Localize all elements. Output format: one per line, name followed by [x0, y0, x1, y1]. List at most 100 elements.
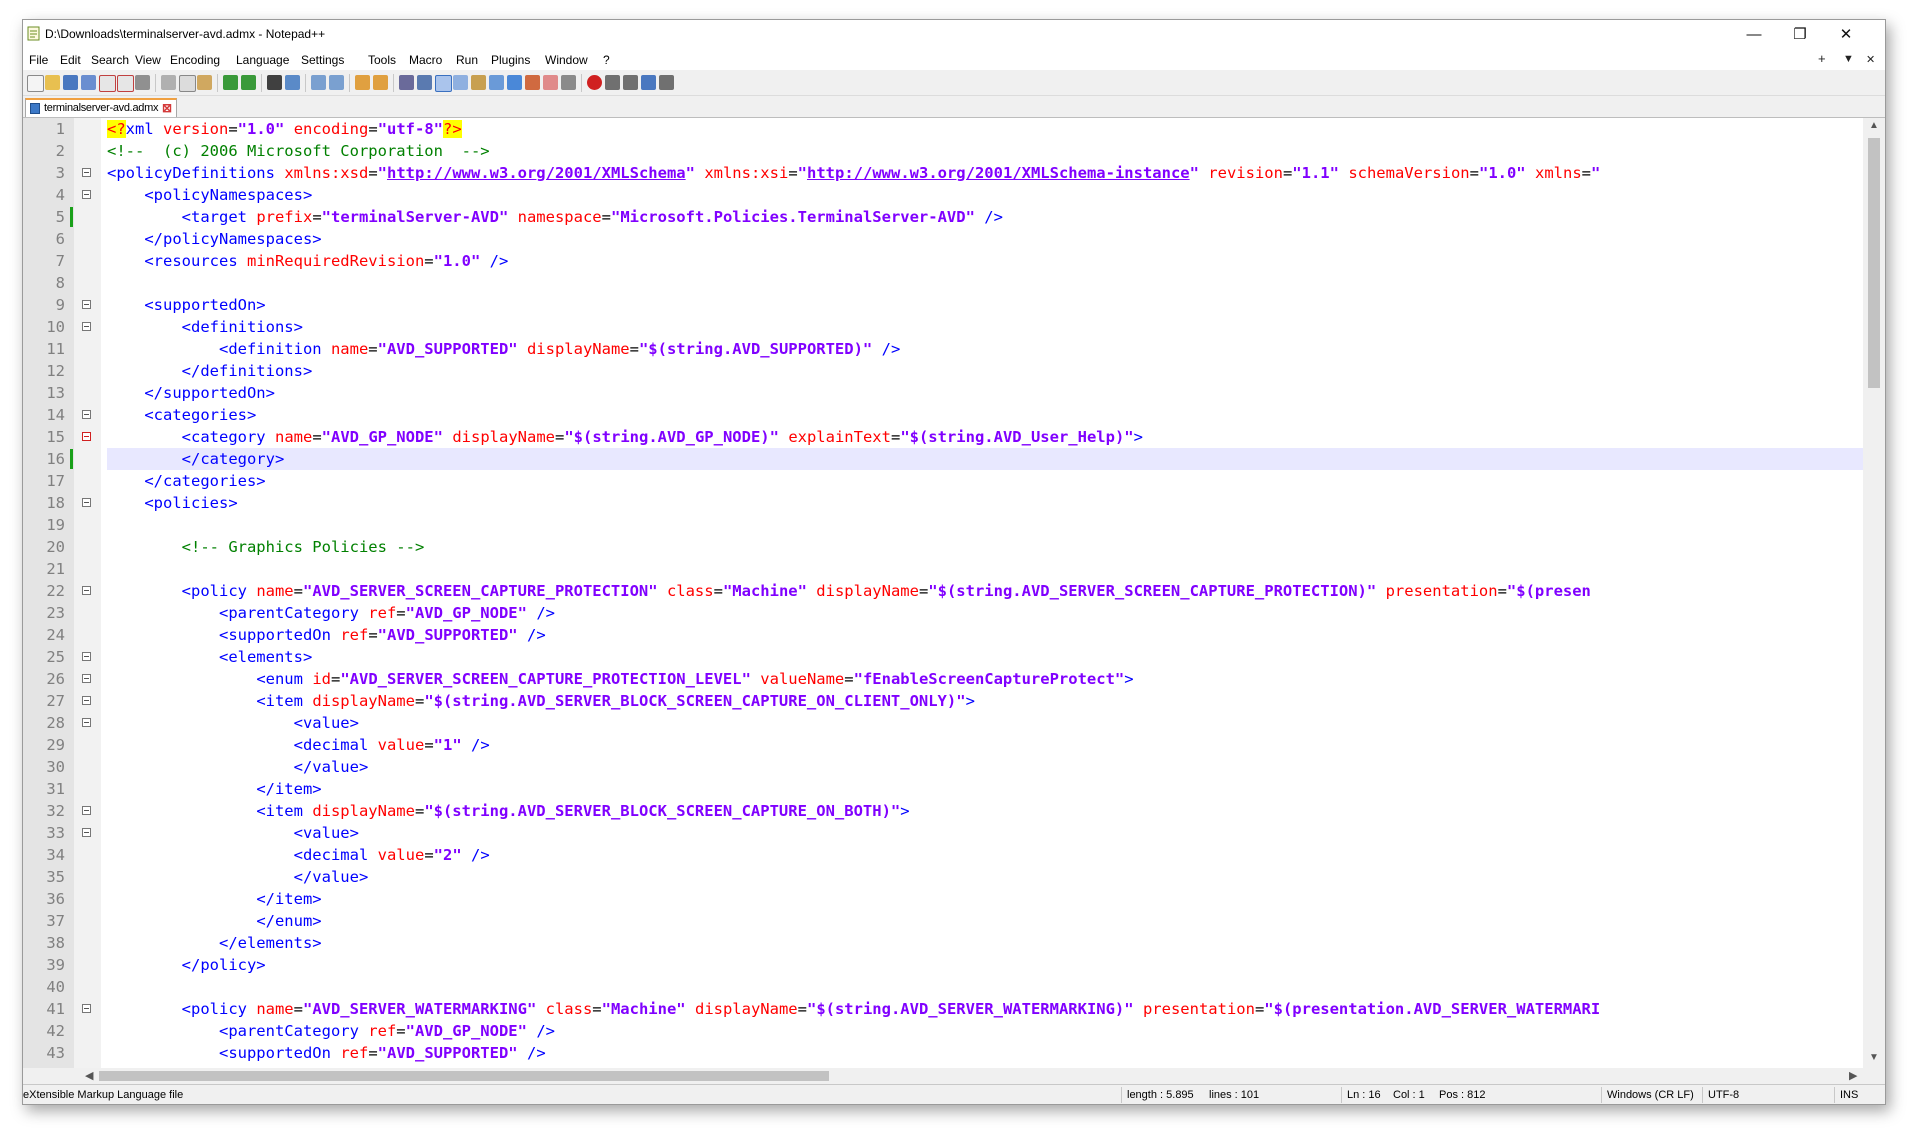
fold-toggle-icon[interactable]	[82, 674, 91, 683]
code-line[interactable]: </policy>	[107, 954, 266, 976]
tab-close-icon[interactable]: ⊠	[162, 101, 172, 115]
replace-icon[interactable]	[285, 75, 300, 90]
sync-horizontal-icon[interactable]	[373, 75, 388, 90]
horizontal-scrollbar[interactable]: ◀ ▶	[23, 1068, 1863, 1084]
function-list-icon[interactable]	[507, 75, 522, 90]
fold-toggle-icon[interactable]	[82, 432, 91, 441]
fold-margin[interactable]	[74, 118, 101, 1068]
code-line[interactable]: </policyNamespaces>	[107, 228, 321, 250]
code-line[interactable]: <policyNamespaces>	[107, 184, 312, 206]
print-icon[interactable]	[135, 75, 150, 90]
code-line[interactable]: </definitions>	[107, 360, 313, 382]
scroll-up-arrow-icon[interactable]: ▲	[1869, 120, 1879, 131]
new-file-icon[interactable]	[27, 75, 44, 92]
find-icon[interactable]	[267, 75, 282, 90]
code-line[interactable]: <categories>	[107, 404, 256, 426]
code-line[interactable]: </supportedOn>	[107, 382, 275, 404]
code-text-area[interactable]: <?xml version="1.0" encoding="utf-8"?> <!…	[107, 118, 1863, 1068]
code-line[interactable]: <parentCategory ref="AVD_GP_NODE" />	[107, 1020, 555, 1042]
code-line[interactable]: <policies>	[107, 492, 237, 514]
code-line[interactable]: </categories>	[107, 470, 265, 492]
fold-toggle-icon[interactable]	[82, 718, 91, 727]
code-line[interactable]: <supportedOn ref="AVD_SUPPORTED" />	[107, 1042, 546, 1064]
code-line[interactable]: </value>	[107, 756, 369, 778]
document-list-icon[interactable]	[489, 75, 504, 90]
code-line[interactable]: <parentCategory ref="AVD_GP_NODE" />	[107, 602, 555, 624]
code-line[interactable]: <policy name="AVD_SERVER_WATERMARKING" c…	[107, 998, 1601, 1020]
cut-icon[interactable]	[161, 75, 176, 90]
menu-view[interactable]: View	[135, 53, 161, 67]
code-line[interactable]: <target prefix="terminalServer-AVD" name…	[107, 206, 1003, 228]
code-line[interactable]: <decimal value="2" />	[107, 844, 490, 866]
eye-icon[interactable]	[561, 75, 576, 90]
menu-settings[interactable]: Settings	[301, 53, 344, 67]
tab-list-dropdown-icon[interactable]: ▼	[1843, 53, 1854, 65]
code-line[interactable]: <policyDefinitions xmlns:xsd="http://www…	[107, 162, 1600, 184]
zoom-out-icon[interactable]	[329, 75, 344, 90]
menu-tools[interactable]: Tools	[368, 53, 396, 67]
run-macro-multiple-icon[interactable]	[641, 75, 656, 90]
code-line[interactable]: <supportedOn ref="AVD_SUPPORTED" />	[107, 624, 546, 646]
show-all-characters-icon[interactable]	[417, 75, 432, 90]
fold-toggle-icon[interactable]	[82, 168, 91, 177]
save-icon[interactable]	[63, 75, 78, 90]
code-line[interactable]: <value>	[107, 712, 359, 734]
code-line[interactable]: <definitions>	[107, 316, 303, 338]
fold-toggle-icon[interactable]	[82, 652, 91, 661]
menu-edit[interactable]: Edit	[60, 53, 81, 67]
code-line[interactable]: <policy name="AVD_SERVER_SCREEN_CAPTURE_…	[107, 580, 1591, 602]
fold-toggle-icon[interactable]	[82, 696, 91, 705]
code-line[interactable]: </item>	[107, 778, 321, 800]
menu-file[interactable]: File	[29, 53, 48, 67]
close-all-icon[interactable]	[117, 75, 134, 92]
new-tab-plus-icon[interactable]: +	[1818, 51, 1826, 66]
folder-as-workspace-icon[interactable]	[525, 75, 540, 90]
fold-toggle-icon[interactable]	[82, 300, 91, 309]
minimize-button[interactable]: —	[1731, 20, 1777, 50]
menu-plugins[interactable]: Plugins	[491, 53, 530, 67]
menu-run[interactable]: Run	[456, 53, 478, 67]
code-line[interactable]: <definition name="AVD_SUPPORTED" display…	[107, 338, 900, 360]
menu-macro[interactable]: Macro	[409, 53, 442, 67]
undo-icon[interactable]	[223, 75, 238, 90]
word-wrap-icon[interactable]	[399, 75, 414, 90]
open-file-icon[interactable]	[45, 75, 60, 90]
code-line[interactable]: <?xml version="1.0" encoding="utf-8"?>	[107, 118, 462, 140]
status-eol-format[interactable]: Windows (CR LF)	[1607, 1089, 1694, 1101]
record-macro-icon[interactable]	[587, 75, 602, 90]
stop-macro-icon[interactable]	[605, 75, 620, 90]
code-line[interactable]: <supportedOn>	[107, 294, 265, 316]
fold-toggle-icon[interactable]	[82, 410, 91, 419]
code-line[interactable]: <item displayName="$(string.AVD_SERVER_B…	[107, 800, 909, 822]
zoom-in-icon[interactable]	[311, 75, 326, 90]
code-line[interactable]: </value>	[107, 866, 369, 888]
fold-toggle-icon[interactable]	[82, 498, 91, 507]
vertical-scrollbar[interactable]: ▲ ▼	[1863, 118, 1885, 1068]
save-all-icon[interactable]	[81, 75, 96, 90]
paste-icon[interactable]	[197, 75, 212, 90]
save-macro-icon[interactable]	[659, 75, 674, 90]
indent-guide-icon[interactable]	[435, 75, 452, 92]
play-macro-icon[interactable]	[623, 75, 638, 90]
menu-window[interactable]: Window	[545, 53, 588, 67]
copy-icon[interactable]	[179, 75, 196, 92]
code-line[interactable]: <enum id="AVD_SERVER_SCREEN_CAPTURE_PROT…	[107, 668, 1133, 690]
scroll-right-arrow-icon[interactable]: ▶	[1849, 1069, 1857, 1082]
status-encoding[interactable]: UTF-8	[1708, 1089, 1739, 1101]
scroll-left-arrow-icon[interactable]: ◀	[85, 1069, 93, 1082]
status-insert-mode[interactable]: INS	[1840, 1089, 1858, 1101]
code-editor[interactable]: 1 2 3 4 5 6 7 8 9 10 11 12 13 14 15 16 17 18 19 20 21 22 23 24 2…	[23, 118, 1863, 1068]
code-line[interactable]: <category name="AVD_GP_NODE" displayName…	[107, 426, 1143, 448]
fold-toggle-icon[interactable]	[82, 190, 91, 199]
close-file-icon[interactable]	[99, 75, 116, 92]
menu-language[interactable]: Language	[236, 53, 289, 67]
code-line[interactable]: <!-- (c) 2006 Microsoft Corporation -->	[107, 140, 490, 162]
monitoring-icon[interactable]	[543, 75, 558, 90]
menu-search[interactable]: Search	[91, 53, 129, 67]
code-line[interactable]: <!-- Graphics Policies -->	[107, 536, 425, 558]
code-line[interactable]: <resources minRequiredRevision="1.0" />	[107, 250, 508, 272]
code-line[interactable]: <elements>	[107, 646, 312, 668]
tab-terminalserver-avd[interactable]: terminalserver-avd.admx ⊠	[25, 98, 177, 117]
horizontal-scroll-thumb[interactable]	[99, 1071, 829, 1081]
code-line[interactable]: <value>	[107, 822, 359, 844]
